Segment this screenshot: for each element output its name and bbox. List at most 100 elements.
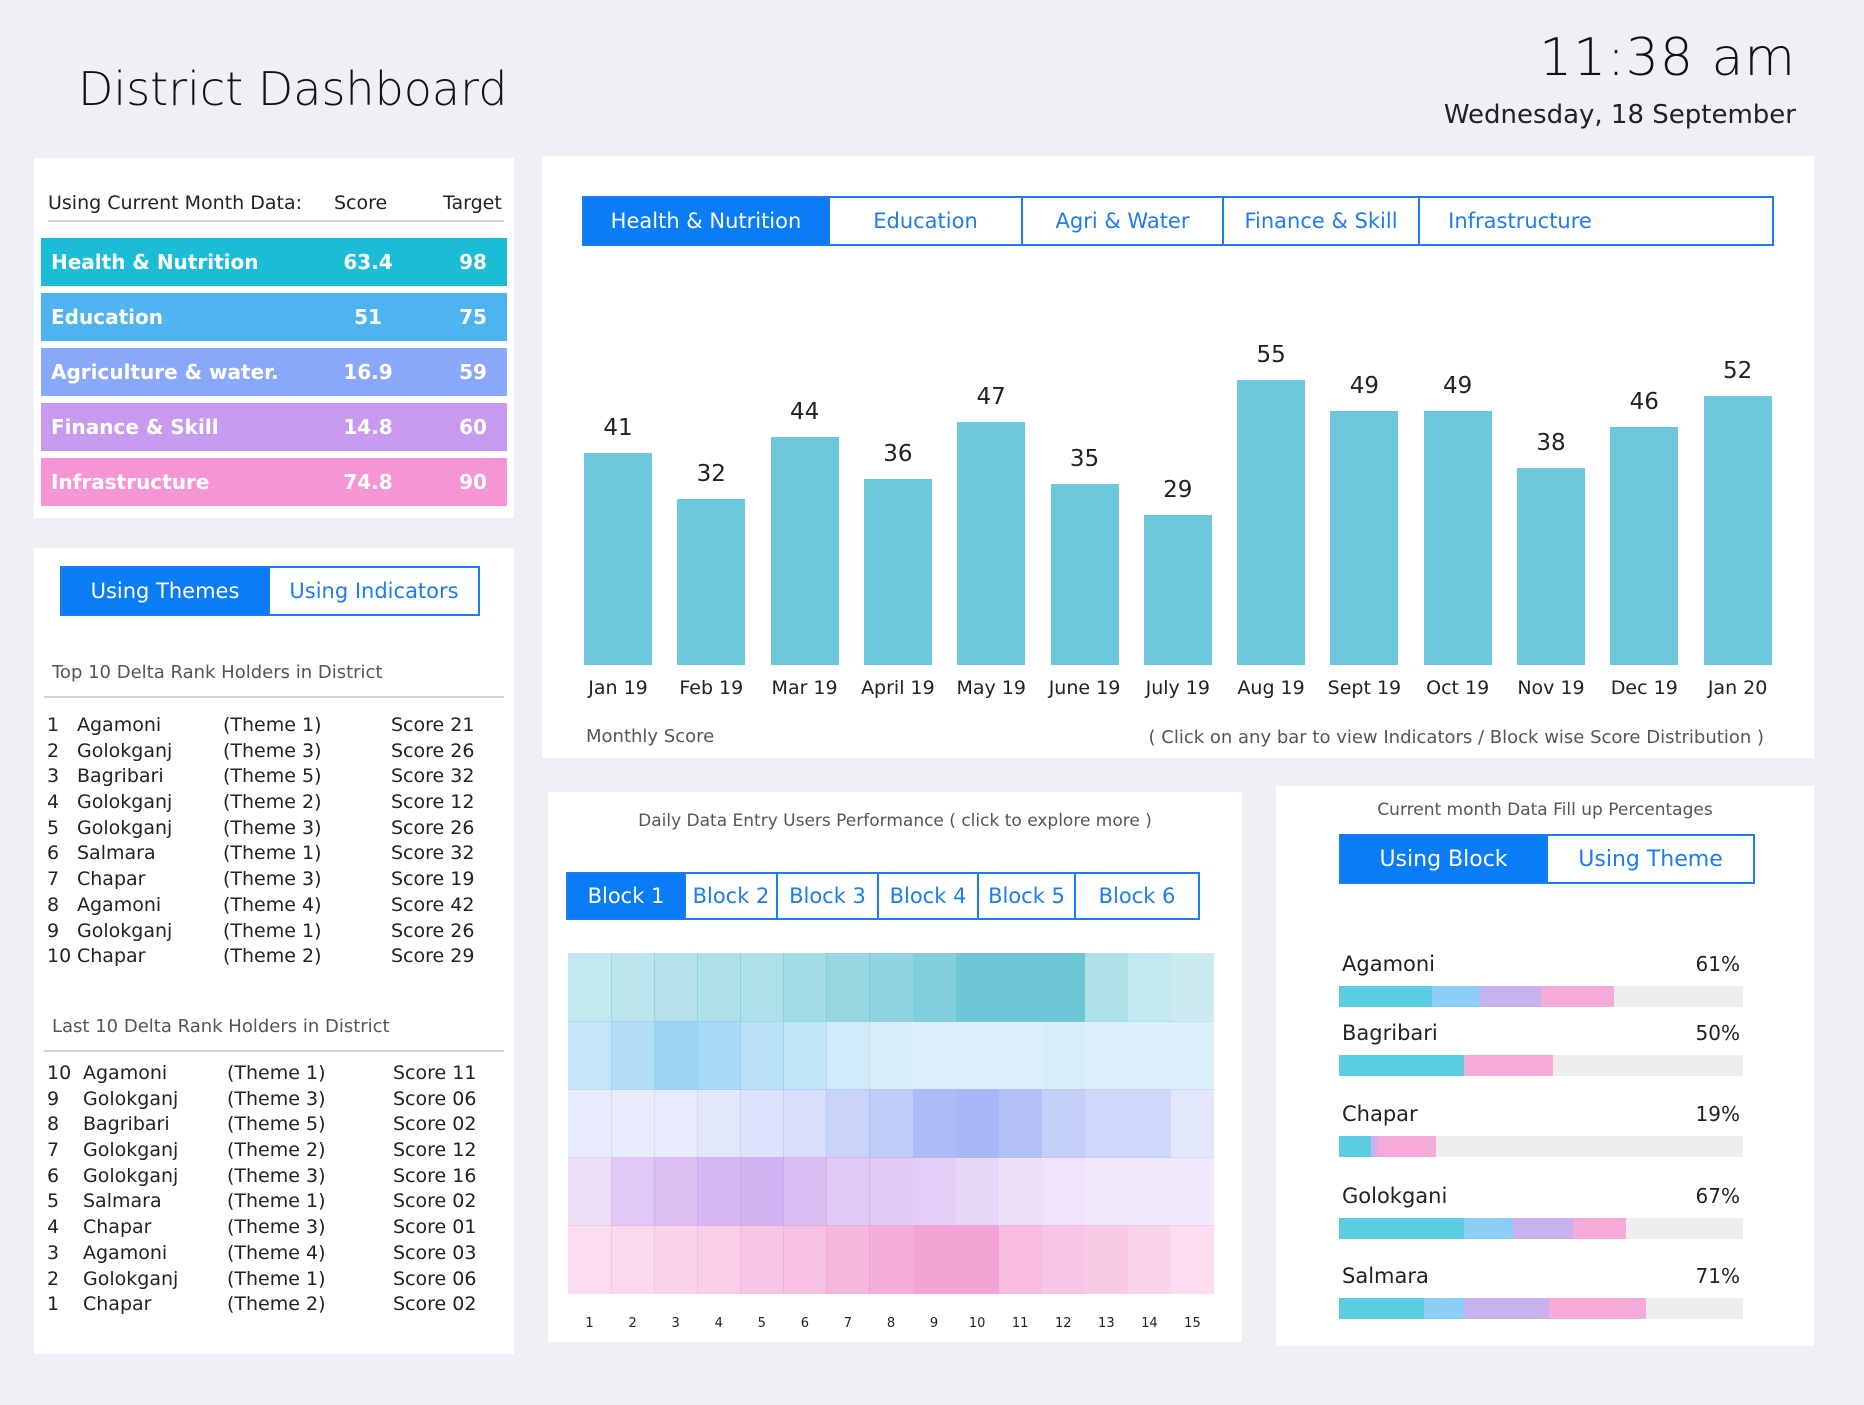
heatmap-cell[interactable] [998, 1157, 1043, 1226]
score-row-infrastructure[interactable]: Infrastructure 74.8 90 [41, 458, 507, 506]
heatmap-cell[interactable] [783, 1225, 827, 1294]
heatmap-cell[interactable] [1041, 953, 1086, 1022]
heatmap-cell[interactable] [611, 1021, 655, 1090]
heatmap-cell[interactable] [1127, 1089, 1172, 1158]
heatmap-cell[interactable] [912, 1089, 957, 1158]
heatmap-cell[interactable] [955, 1089, 1000, 1158]
tab-block-3[interactable]: Block 3 [776, 874, 877, 918]
heatmap-cell[interactable] [1084, 953, 1129, 1022]
tab-agri-water[interactable]: Agri & Water [1021, 198, 1222, 244]
heatmap-cell[interactable] [826, 1157, 870, 1226]
heatmap-cell[interactable] [869, 1021, 914, 1090]
bar-aug-19[interactable] [1237, 380, 1306, 665]
bar-june-19[interactable] [1050, 483, 1119, 665]
heatmap-cell[interactable] [740, 1021, 784, 1090]
heatmap-cell[interactable] [697, 1021, 741, 1090]
score-row-finance-skill[interactable]: Finance & Skill 14.8 60 [41, 403, 507, 451]
heatmap-cell[interactable] [1127, 1225, 1172, 1294]
heatmap-cell[interactable] [568, 1021, 612, 1090]
tab-block-6[interactable]: Block 6 [1074, 874, 1198, 918]
heatmap-cell[interactable] [1127, 953, 1172, 1022]
heatmap-cell[interactable] [1041, 1089, 1086, 1158]
heatmap-cell[interactable] [912, 953, 957, 1022]
heatmap-cell[interactable] [654, 1157, 698, 1226]
fillup-progress-bar[interactable] [1339, 1055, 1743, 1076]
heatmap-cell[interactable] [998, 1225, 1043, 1294]
heatmap-cell[interactable] [998, 953, 1043, 1022]
heatmap-cell[interactable] [826, 953, 870, 1022]
heatmap-cell[interactable] [955, 1021, 1000, 1090]
heatmap-cell[interactable] [740, 1157, 784, 1226]
tab-using-block[interactable]: Using Block [1341, 836, 1546, 882]
heatmap-cell[interactable] [568, 1157, 612, 1226]
heatmap-cell[interactable] [697, 1225, 741, 1294]
heatmap-cell[interactable] [955, 1225, 1000, 1294]
heatmap-cell[interactable] [826, 1089, 870, 1158]
heatmap-cell[interactable] [869, 1225, 914, 1294]
bar-dec-19[interactable] [1610, 426, 1679, 665]
heatmap-cell[interactable] [654, 1089, 698, 1158]
score-row-health-nutrition[interactable]: Health & Nutrition 63.4 98 [41, 238, 507, 286]
heatmap-cell[interactable] [826, 1225, 870, 1294]
heatmap-cell[interactable] [998, 1021, 1043, 1090]
heatmap-cell[interactable] [1170, 1089, 1215, 1158]
bar-july-19[interactable] [1143, 514, 1212, 665]
tab-infrastructure[interactable]: Infrastructure [1418, 198, 1620, 244]
heatmap-cell[interactable] [783, 1157, 827, 1226]
heatmap-cell[interactable] [740, 1089, 784, 1158]
heatmap-cell[interactable] [568, 1089, 612, 1158]
heatmap-cell[interactable] [1170, 1225, 1215, 1294]
heatmap-cell[interactable] [654, 953, 698, 1022]
heatmap-cell[interactable] [654, 1225, 698, 1294]
fillup-progress-bar[interactable] [1339, 1136, 1743, 1157]
score-row-agriculture-water[interactable]: Agriculture & water. 16.9 59 [41, 348, 507, 396]
score-row-education[interactable]: Education 51 75 [41, 293, 507, 341]
heatmap-cell[interactable] [654, 1021, 698, 1090]
heatmap-cell[interactable] [869, 953, 914, 1022]
tab-using-theme[interactable]: Using Theme [1546, 836, 1753, 882]
fillup-progress-bar[interactable] [1339, 986, 1743, 1007]
heatmap-cell[interactable] [783, 953, 827, 1022]
heatmap-cell[interactable] [869, 1089, 914, 1158]
heatmap-cell[interactable] [783, 1089, 827, 1158]
heatmap-cell[interactable] [611, 953, 655, 1022]
heatmap-cell[interactable] [912, 1021, 957, 1090]
heatmap-cell[interactable] [1041, 1157, 1086, 1226]
heatmap-cell[interactable] [1170, 1157, 1215, 1226]
heatmap-cell[interactable] [869, 1157, 914, 1226]
fillup-progress-bar[interactable] [1339, 1298, 1743, 1319]
heatmap-cell[interactable] [912, 1157, 957, 1226]
heatmap-cell[interactable] [1127, 1157, 1172, 1226]
heatmap-cell[interactable] [1170, 953, 1215, 1022]
heatmap-cell[interactable] [611, 1225, 655, 1294]
tab-using-indicators[interactable]: Using Indicators [268, 568, 478, 614]
heatmap-cell[interactable] [1170, 1021, 1215, 1090]
fillup-progress-bar[interactable] [1339, 1218, 1743, 1239]
tab-health-nutrition[interactable]: Health & Nutrition [584, 198, 828, 244]
heatmap-cell[interactable] [568, 953, 612, 1022]
heatmap-cell[interactable] [826, 1021, 870, 1090]
bar-mar-19[interactable] [770, 437, 839, 665]
tab-block-4[interactable]: Block 4 [877, 874, 977, 918]
heatmap-cell[interactable] [783, 1021, 827, 1090]
heatmap-cell[interactable] [611, 1089, 655, 1158]
heatmap-cell[interactable] [1084, 1225, 1129, 1294]
heatmap-cell[interactable] [697, 1089, 741, 1158]
bar-oct-19[interactable] [1423, 411, 1492, 665]
bar-may-19[interactable] [957, 421, 1026, 665]
bar-nov-19[interactable] [1517, 468, 1585, 665]
tab-block-2[interactable]: Block 2 [684, 874, 776, 918]
heatmap-cell[interactable] [1041, 1225, 1086, 1294]
heatmap-cell[interactable] [1127, 1021, 1172, 1090]
bar-jan-20[interactable] [1703, 395, 1772, 665]
tab-finance-skill[interactable]: Finance & Skill [1222, 198, 1418, 244]
tab-using-themes[interactable]: Using Themes [62, 568, 268, 614]
tab-education[interactable]: Education [828, 198, 1021, 244]
tab-block-1[interactable]: Block 1 [568, 874, 684, 918]
heatmap-cell[interactable] [912, 1225, 957, 1294]
heatmap-cell[interactable] [1084, 1089, 1129, 1158]
heatmap-cell[interactable] [998, 1089, 1043, 1158]
tab-block-5[interactable]: Block 5 [977, 874, 1074, 918]
heatmap-cell[interactable] [1084, 1021, 1129, 1090]
heatmap-cell[interactable] [740, 1225, 784, 1294]
